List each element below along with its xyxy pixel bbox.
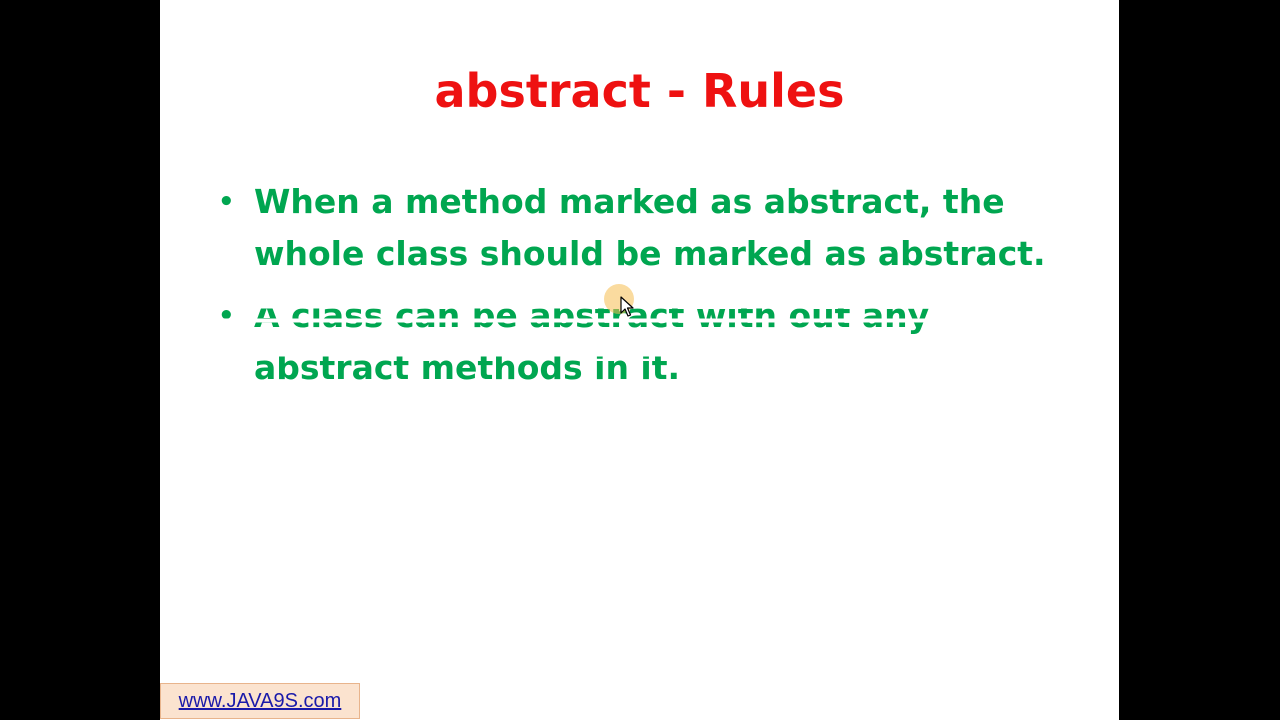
bullet-text: When a method marked as abstract, the wh… <box>254 182 1046 273</box>
website-link[interactable]: www.JAVA9S.com <box>160 683 360 719</box>
bullet-item-animating: • A class can be abstract with out any a… <box>216 290 1056 394</box>
presentation-slide: abstract - Rules • When a method marked … <box>160 0 1119 720</box>
bullet-dot-icon: • <box>218 301 235 331</box>
bullet-dot-icon: • <box>218 187 235 217</box>
bullet-item: • When a method marked as abstract, the … <box>216 176 1056 280</box>
mouse-pointer-icon <box>620 296 634 317</box>
video-frame: abstract - Rules • When a method marked … <box>0 0 1280 720</box>
bullet-text: A class can be abstract with out any abs… <box>254 296 930 387</box>
bullet-list: • When a method marked as abstract, the … <box>216 176 1056 404</box>
slide-title: abstract - Rules <box>434 64 845 118</box>
